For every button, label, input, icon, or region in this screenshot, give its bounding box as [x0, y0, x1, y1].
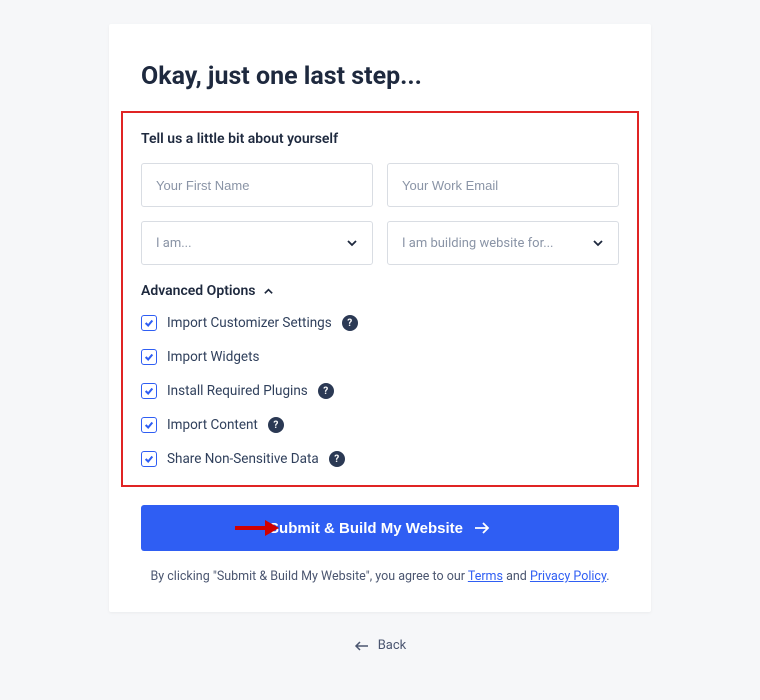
- option-label: Install Required Plugins: [167, 383, 308, 399]
- option-label: Import Widgets: [167, 349, 259, 365]
- checkbox-import-content[interactable]: [141, 417, 157, 433]
- first-name-field: [141, 163, 373, 207]
- form-row-1: [141, 163, 619, 207]
- help-icon[interactable]: ?: [318, 383, 334, 399]
- role-field: I am...: [141, 221, 373, 265]
- chevron-up-icon: [263, 286, 274, 297]
- help-icon[interactable]: ?: [329, 451, 345, 467]
- form-row-2: I am... I am building website for...: [141, 221, 619, 265]
- option-install-plugins: Install Required Plugins ?: [141, 383, 619, 399]
- submit-button[interactable]: Submit & Build My Website: [141, 505, 619, 551]
- role-select-label: I am...: [156, 236, 192, 251]
- role-select[interactable]: I am...: [141, 221, 373, 265]
- help-icon[interactable]: ?: [268, 417, 284, 433]
- agree-and: and: [503, 569, 530, 584]
- back-link[interactable]: Back: [354, 638, 407, 653]
- form-highlight-box: Tell us a little bit about yourself I am…: [121, 111, 639, 487]
- agree-text: By clicking "Submit & Build My Website",…: [141, 569, 619, 584]
- chevron-down-icon: [346, 237, 358, 249]
- help-icon[interactable]: ?: [342, 315, 358, 331]
- building-for-field: I am building website for...: [387, 221, 619, 265]
- advanced-options-toggle[interactable]: Advanced Options: [141, 283, 619, 299]
- option-label: Share Non-Sensitive Data: [167, 451, 319, 467]
- submit-button-label: Submit & Build My Website: [269, 520, 463, 537]
- check-icon: [144, 420, 154, 430]
- building-for-select[interactable]: I am building website for...: [387, 221, 619, 265]
- check-icon: [144, 386, 154, 396]
- page-heading: Okay, just one last step...: [141, 62, 619, 91]
- privacy-link[interactable]: Privacy Policy: [530, 569, 606, 584]
- email-field: [387, 163, 619, 207]
- check-icon: [144, 352, 154, 362]
- checkbox-install-plugins[interactable]: [141, 383, 157, 399]
- checkbox-import-customizer[interactable]: [141, 315, 157, 331]
- arrow-right-icon: [473, 521, 491, 535]
- check-icon: [144, 318, 154, 328]
- terms-link[interactable]: Terms: [468, 569, 503, 584]
- agree-suffix: .: [606, 569, 609, 584]
- chevron-down-icon: [592, 237, 604, 249]
- checkbox-import-widgets[interactable]: [141, 349, 157, 365]
- option-import-customizer: Import Customizer Settings ?: [141, 315, 619, 331]
- email-input[interactable]: [387, 163, 619, 207]
- arrow-left-icon: [354, 641, 370, 651]
- option-label: Import Content: [167, 417, 258, 433]
- advanced-options-label: Advanced Options: [141, 283, 255, 299]
- option-import-content: Import Content ?: [141, 417, 619, 433]
- checkbox-share-data[interactable]: [141, 451, 157, 467]
- first-name-input[interactable]: [141, 163, 373, 207]
- back-label: Back: [378, 638, 407, 653]
- building-for-select-label: I am building website for...: [402, 236, 554, 251]
- setup-card: Okay, just one last step... Tell us a li…: [109, 24, 651, 612]
- option-label: Import Customizer Settings: [167, 315, 332, 331]
- check-icon: [144, 454, 154, 464]
- option-share-data: Share Non-Sensitive Data ?: [141, 451, 619, 467]
- advanced-options-list: Import Customizer Settings ? Import Widg…: [141, 315, 619, 467]
- option-import-widgets: Import Widgets: [141, 349, 619, 365]
- agree-prefix: By clicking "Submit & Build My Website",…: [150, 569, 467, 584]
- form-subheading: Tell us a little bit about yourself: [141, 131, 619, 147]
